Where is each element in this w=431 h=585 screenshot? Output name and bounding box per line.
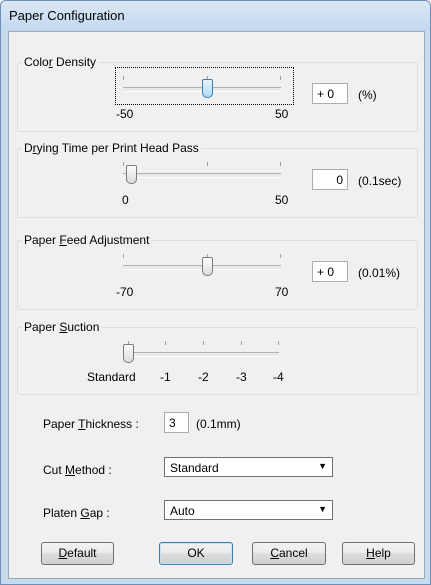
cancel-button[interactable]: Cancel bbox=[252, 542, 326, 565]
paper-suction-tick bbox=[278, 341, 279, 345]
paper-suction-tick bbox=[203, 341, 204, 345]
paper-suction-level-label: -2 bbox=[198, 370, 209, 384]
color-density-min-label: -50 bbox=[116, 107, 134, 121]
paper-feed-min-label: -70 bbox=[116, 285, 134, 299]
drying-time-tick bbox=[207, 162, 208, 166]
paper-feed-max-label: 70 bbox=[275, 285, 289, 299]
title-bar[interactable]: Paper Configuration bbox=[1, 1, 430, 31]
paper-suction-tick bbox=[165, 341, 166, 345]
paper-suction-label: Paper Suction bbox=[22, 320, 102, 334]
platen-gap-selected: Auto bbox=[170, 504, 195, 518]
drying-time-tick bbox=[123, 162, 124, 166]
paper-thickness-unit: (0.1mm) bbox=[196, 417, 241, 431]
color-density-max-label: 50 bbox=[275, 107, 289, 121]
paper-feed-unit: (0.01%) bbox=[358, 266, 401, 280]
paper-suction-slider-thumb[interactable] bbox=[123, 344, 134, 363]
color-density-tick bbox=[280, 76, 281, 80]
paper-suction-slider-track[interactable] bbox=[128, 352, 279, 357]
paper-suction-level-label: -1 bbox=[160, 370, 171, 384]
drying-time-unit: (0.1sec) bbox=[358, 174, 402, 188]
color-density-unit: (%) bbox=[358, 88, 377, 102]
paper-feed-tick bbox=[280, 254, 281, 258]
drying-time-label: Drying Time per Print Head Pass bbox=[22, 141, 201, 155]
chevron-down-icon: ▼ bbox=[318, 504, 327, 514]
cut-method-select[interactable]: Standard ▼ bbox=[164, 457, 333, 477]
paper-feed-label: Paper Feed Adjustment bbox=[22, 233, 152, 247]
color-density-tick bbox=[123, 76, 124, 80]
ok-button[interactable]: OK bbox=[159, 542, 233, 565]
drying-time-slider-track[interactable] bbox=[123, 173, 281, 178]
paper-feed-tick bbox=[123, 254, 124, 258]
paper-suction-level-label: -3 bbox=[236, 370, 247, 384]
paper-feed-group: Paper Feed Adjustment -70 70 + 0 (0.01%) bbox=[17, 233, 418, 310]
drying-time-tick bbox=[280, 162, 281, 166]
default-button[interactable]: Default bbox=[41, 542, 114, 565]
help-button[interactable]: Help bbox=[342, 542, 415, 565]
platen-gap-label: Platen Gap : bbox=[43, 506, 110, 520]
cut-method-label: Cut Method : bbox=[43, 463, 112, 477]
paper-thickness-field[interactable]: 3 bbox=[164, 412, 189, 433]
drying-time-max-label: 50 bbox=[275, 193, 289, 207]
color-density-label: Color Density bbox=[22, 55, 99, 69]
paper-suction-tick bbox=[241, 341, 242, 345]
color-density-slider-thumb[interactable] bbox=[202, 79, 213, 98]
drying-time-group: Drying Time per Print Head Pass 0 50 0 (… bbox=[17, 141, 418, 218]
paper-suction-level-label: -4 bbox=[273, 370, 284, 384]
paper-suction-level-label: Standard bbox=[87, 370, 136, 384]
paper-suction-group: Paper Suction Standard -1 -2 -3 -4 bbox=[17, 320, 418, 395]
drying-time-slider-thumb[interactable] bbox=[126, 165, 137, 184]
paper-thickness-label: Paper Thickness : bbox=[43, 417, 139, 431]
dialog-body: Color Density -50 50 + 0 (%) Drying Time… bbox=[8, 31, 425, 579]
cut-method-selected: Standard bbox=[170, 461, 219, 475]
color-density-value-field[interactable]: + 0 bbox=[312, 83, 348, 104]
chevron-down-icon: ▼ bbox=[318, 461, 327, 471]
drying-time-value-field[interactable]: 0 bbox=[312, 169, 348, 190]
drying-time-min-label: 0 bbox=[122, 193, 129, 207]
color-density-group: Color Density -50 50 + 0 (%) bbox=[17, 55, 418, 132]
paper-configuration-dialog: Paper Configuration Color Density -50 50… bbox=[0, 0, 431, 585]
paper-feed-slider-thumb[interactable] bbox=[202, 257, 213, 276]
window-title: Paper Configuration bbox=[9, 8, 125, 23]
platen-gap-select[interactable]: Auto ▼ bbox=[164, 500, 333, 520]
paper-feed-value-field[interactable]: + 0 bbox=[312, 261, 348, 282]
